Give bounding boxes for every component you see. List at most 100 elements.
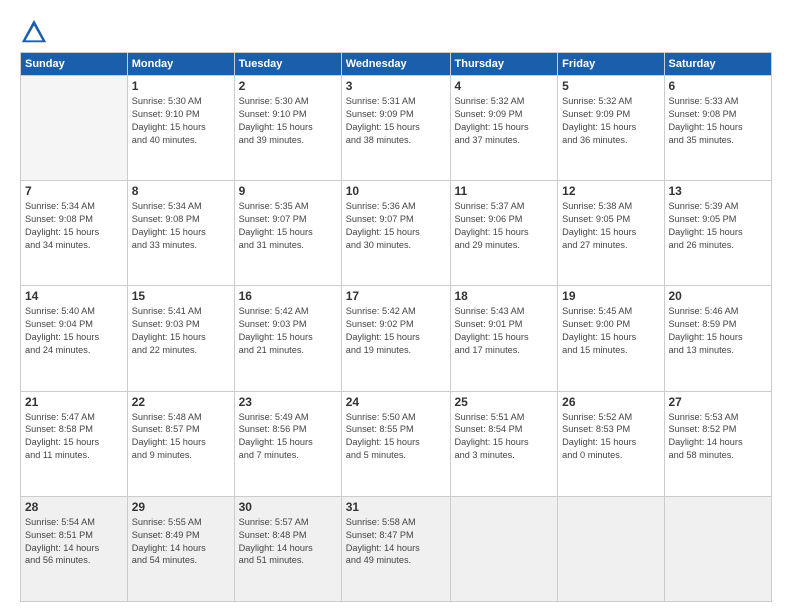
day-cell: 27 Sunrise: 5:53 AM Sunset: 8:52 PM Dayli… [664,391,772,496]
day-cell: 20Sunrise: 5:46 AM Sunset: 8:59 PM Dayli… [664,286,772,391]
day-info: Sunrise: 5:38 AM Sunset: 9:05 PM Dayligh… [562,200,659,252]
day-info: Sunrise: 5:39 AM Sunset: 9:05 PM Dayligh… [669,200,768,252]
logo-icon [20,18,48,46]
day-number: 19 [562,289,659,303]
day-info: Sunrise: 5:35 AM Sunset: 9:07 PM Dayligh… [239,200,337,252]
day-number: 10 [346,184,446,198]
day-info: Sunrise: 5:55 AM Sunset: 8:49 PM Dayligh… [132,516,230,568]
day-cell: 31Sunrise: 5:58 AM Sunset: 8:47 PM Dayli… [341,496,450,601]
col-header-monday: Monday [127,53,234,76]
day-info: Sunrise: 5:34 AM Sunset: 9:08 PM Dayligh… [132,200,230,252]
day-info: Sunrise: 5:33 AM Sunset: 9:08 PM Dayligh… [669,95,768,147]
day-info: Sunrise: 5:42 AM Sunset: 9:03 PM Dayligh… [239,305,337,357]
day-info: Sunrise: 5:47 AM Sunset: 8:58 PM Dayligh… [25,411,123,463]
day-number: 8 [132,184,230,198]
day-info: Sunrise: 5:32 AM Sunset: 9:09 PM Dayligh… [562,95,659,147]
day-number: 18 [455,289,554,303]
col-header-friday: Friday [558,53,664,76]
day-number: 28 [25,500,123,514]
day-number: 26 [562,395,659,409]
day-cell: 23 Sunrise: 5:49 AM Sunset: 8:56 PM Dayli… [234,391,341,496]
day-cell [664,496,772,601]
day-number: 12 [562,184,659,198]
day-cell: 7Sunrise: 5:34 AM Sunset: 9:08 PM Daylig… [21,181,128,286]
day-cell: 13 Sunrise: 5:39 AM Sunset: 9:05 PM Dayli… [664,181,772,286]
day-number: 3 [346,79,446,93]
day-cell: 17Sunrise: 5:42 AM Sunset: 9:02 PM Dayli… [341,286,450,391]
day-cell: 29 Sunrise: 5:55 AM Sunset: 8:49 PM Dayli… [127,496,234,601]
day-info: Sunrise: 5:50 AM Sunset: 8:55 PM Dayligh… [346,411,446,463]
day-cell: 28 Sunrise: 5:54 AM Sunset: 8:51 PM Dayli… [21,496,128,601]
day-cell [558,496,664,601]
day-cell: 4 Sunrise: 5:32 AM Sunset: 9:09 PM Daylig… [450,76,558,181]
day-info: Sunrise: 5:48 AM Sunset: 8:57 PM Dayligh… [132,411,230,463]
day-info: Sunrise: 5:32 AM Sunset: 9:09 PM Dayligh… [455,95,554,147]
day-cell: 26 Sunrise: 5:52 AM Sunset: 8:53 PM Dayli… [558,391,664,496]
day-number: 13 [669,184,768,198]
page: SundayMondayTuesdayWednesdayThursdayFrid… [0,0,792,612]
day-cell: 18 Sunrise: 5:43 AM Sunset: 9:01 PM Dayli… [450,286,558,391]
day-info: Sunrise: 5:30 AM Sunset: 9:10 PM Dayligh… [239,95,337,147]
day-cell: 19 Sunrise: 5:45 AM Sunset: 9:00 PM Dayli… [558,286,664,391]
day-number: 20 [669,289,768,303]
day-info: Sunrise: 5:49 AM Sunset: 8:56 PM Dayligh… [239,411,337,463]
week-row-3: 14Sunrise: 5:40 AM Sunset: 9:04 PM Dayli… [21,286,772,391]
week-row-2: 7Sunrise: 5:34 AM Sunset: 9:08 PM Daylig… [21,181,772,286]
day-cell: 11 Sunrise: 5:37 AM Sunset: 9:06 PM Dayli… [450,181,558,286]
day-info: Sunrise: 5:43 AM Sunset: 9:01 PM Dayligh… [455,305,554,357]
day-info: Sunrise: 5:54 AM Sunset: 8:51 PM Dayligh… [25,516,123,568]
logo [20,18,52,46]
day-info: Sunrise: 5:37 AM Sunset: 9:06 PM Dayligh… [455,200,554,252]
day-cell: 9 Sunrise: 5:35 AM Sunset: 9:07 PM Daylig… [234,181,341,286]
day-cell: 3 Sunrise: 5:31 AM Sunset: 9:09 PM Daylig… [341,76,450,181]
day-cell: 25 Sunrise: 5:51 AM Sunset: 8:54 PM Dayli… [450,391,558,496]
day-cell: 5Sunrise: 5:32 AM Sunset: 9:09 PM Daylig… [558,76,664,181]
day-number: 25 [455,395,554,409]
day-cell: 2 Sunrise: 5:30 AM Sunset: 9:10 PM Daylig… [234,76,341,181]
calendar-table: SundayMondayTuesdayWednesdayThursdayFrid… [20,52,772,602]
day-number: 11 [455,184,554,198]
day-info: Sunrise: 5:53 AM Sunset: 8:52 PM Dayligh… [669,411,768,463]
day-number: 29 [132,500,230,514]
day-number: 4 [455,79,554,93]
day-number: 24 [346,395,446,409]
day-info: Sunrise: 5:42 AM Sunset: 9:02 PM Dayligh… [346,305,446,357]
day-info: Sunrise: 5:34 AM Sunset: 9:08 PM Dayligh… [25,200,123,252]
day-cell: 16 Sunrise: 5:42 AM Sunset: 9:03 PM Dayli… [234,286,341,391]
day-info: Sunrise: 5:31 AM Sunset: 9:09 PM Dayligh… [346,95,446,147]
day-number: 16 [239,289,337,303]
day-number: 6 [669,79,768,93]
col-header-saturday: Saturday [664,53,772,76]
day-cell: 12 Sunrise: 5:38 AM Sunset: 9:05 PM Dayli… [558,181,664,286]
day-cell: 8 Sunrise: 5:34 AM Sunset: 9:08 PM Daylig… [127,181,234,286]
day-number: 1 [132,79,230,93]
day-cell: 10 Sunrise: 5:36 AM Sunset: 9:07 PM Dayli… [341,181,450,286]
week-row-4: 21 Sunrise: 5:47 AM Sunset: 8:58 PM Dayli… [21,391,772,496]
day-cell: 15Sunrise: 5:41 AM Sunset: 9:03 PM Dayli… [127,286,234,391]
day-cell: 21 Sunrise: 5:47 AM Sunset: 8:58 PM Dayli… [21,391,128,496]
day-number: 21 [25,395,123,409]
day-number: 14 [25,289,123,303]
day-number: 23 [239,395,337,409]
day-number: 31 [346,500,446,514]
day-cell [21,76,128,181]
day-number: 27 [669,395,768,409]
day-cell: 14Sunrise: 5:40 AM Sunset: 9:04 PM Dayli… [21,286,128,391]
col-header-tuesday: Tuesday [234,53,341,76]
day-cell: 1Sunrise: 5:30 AM Sunset: 9:10 PM Daylig… [127,76,234,181]
day-cell: 22Sunrise: 5:48 AM Sunset: 8:57 PM Dayli… [127,391,234,496]
day-number: 30 [239,500,337,514]
day-number: 9 [239,184,337,198]
day-cell: 30Sunrise: 5:57 AM Sunset: 8:48 PM Dayli… [234,496,341,601]
day-info: Sunrise: 5:52 AM Sunset: 8:53 PM Dayligh… [562,411,659,463]
day-info: Sunrise: 5:36 AM Sunset: 9:07 PM Dayligh… [346,200,446,252]
col-header-sunday: Sunday [21,53,128,76]
col-header-wednesday: Wednesday [341,53,450,76]
day-info: Sunrise: 5:41 AM Sunset: 9:03 PM Dayligh… [132,305,230,357]
day-info: Sunrise: 5:45 AM Sunset: 9:00 PM Dayligh… [562,305,659,357]
day-number: 2 [239,79,337,93]
week-row-1: 1 Sunrise: 5:30 AM Sunset: 9:10 PM Daylig… [21,76,772,181]
day-info: Sunrise: 5:51 AM Sunset: 8:54 PM Dayligh… [455,411,554,463]
day-cell [450,496,558,601]
header [20,18,772,46]
